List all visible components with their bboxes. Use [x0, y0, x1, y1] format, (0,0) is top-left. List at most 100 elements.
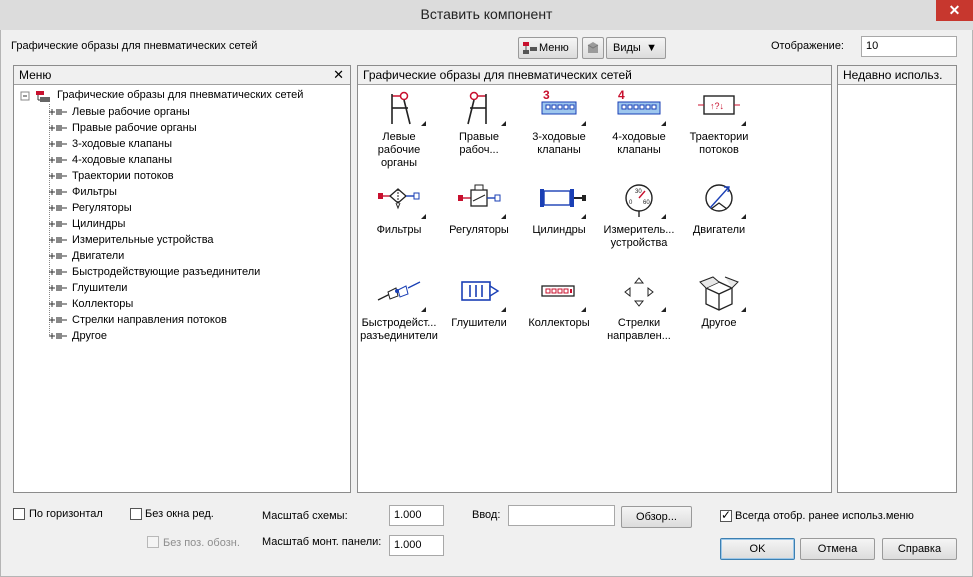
gallery-item-label: Коллекторы: [520, 317, 598, 330]
tree-item[interactable]: 4-ходовые клапаны: [46, 152, 172, 168]
no-edit-window-label: Без окна ред.: [145, 508, 214, 520]
tree-item[interactable]: Левые рабочие органы: [46, 104, 190, 120]
gallery-item[interactable]: Двигатели: [680, 181, 758, 237]
flow-path-icon: ↑?↓: [698, 95, 740, 115]
tree-node-icon: [49, 317, 67, 323]
tree-item[interactable]: Траектории потоков: [46, 168, 174, 184]
gallery-item-line1: Цилиндры: [532, 224, 586, 236]
submenu-corner-icon: [581, 214, 586, 219]
help-button[interactable]: Справка: [882, 538, 957, 560]
gallery-item[interactable]: ↑?↓ Траектории потоков: [680, 88, 758, 157]
svg-text:4: 4: [618, 88, 625, 102]
window-title: Вставить компонент: [420, 6, 553, 22]
filter-icon: [378, 188, 420, 210]
browse-button[interactable]: Обзор...: [621, 506, 692, 528]
valve-4-way-icon: 4: [617, 88, 661, 115]
submenu-corner-icon: [661, 307, 666, 312]
svg-text:↑?↓: ↑?↓: [710, 101, 724, 111]
ok-button[interactable]: OK: [720, 538, 795, 560]
tree-item-label: Цилиндры: [72, 218, 126, 230]
gallery-item[interactable]: Фильтры: [360, 181, 438, 237]
submenu-corner-icon: [581, 307, 586, 312]
gallery-item-line1: 4-ходовые: [612, 131, 666, 143]
tree-item[interactable]: Другое: [46, 328, 107, 344]
submenu-corner-icon: [501, 121, 506, 126]
gallery-item[interactable]: Коллекторы: [520, 274, 598, 330]
gallery-item-label: 4-ходовые клапаны: [600, 131, 678, 157]
gallery-item[interactable]: Левые рабочие органы: [360, 88, 438, 170]
tree-node-icon: [49, 189, 67, 195]
tree-item[interactable]: Стрелки направления потоков: [46, 312, 227, 328]
tree-item[interactable]: Фильтры: [46, 184, 117, 200]
motor-icon: [705, 184, 733, 212]
tree-item[interactable]: Двигатели: [46, 248, 124, 264]
scheme-scale-field[interactable]: 1.000: [389, 505, 444, 526]
gallery-item[interactable]: Другое: [680, 274, 758, 330]
gallery-item-icon-wrap: 3: [520, 88, 598, 128]
tree-item[interactable]: Коллекторы: [46, 296, 133, 312]
gallery-item[interactable]: 30 0 60 Измеритель... устройства: [600, 181, 678, 250]
gallery-item[interactable]: Цилиндры: [520, 181, 598, 237]
close-panel-icon[interactable]: ✕: [333, 67, 344, 83]
tree-item[interactable]: Цилиндры: [46, 216, 125, 232]
panel-scale-label: Масштаб монт. панели:: [262, 536, 382, 548]
tree-node-icon: [49, 205, 67, 211]
tree-node-icon: [49, 125, 67, 131]
tree-item[interactable]: Правые рабочие органы: [46, 120, 197, 136]
tree-item[interactable]: Быстродействующие разъединители: [46, 264, 260, 280]
views-dropdown-button[interactable]: Виды ▼: [606, 37, 666, 59]
gallery-item[interactable]: Быстродейст... разъединители: [360, 274, 438, 343]
title-bar: Вставить компонент ✕: [0, 0, 973, 30]
panel-scale-field[interactable]: 1.000: [389, 535, 444, 556]
tree-node-icon: [49, 253, 67, 259]
gallery-item[interactable]: Глушители: [440, 274, 518, 330]
gallery-item-line2: органы: [380, 157, 418, 169]
no-pos-checkbox[interactable]: [147, 536, 159, 548]
gallery-item-line1: Траектории: [689, 131, 749, 143]
tree-item-label: Измерительные устройства: [72, 234, 214, 246]
close-window-button[interactable]: ✕: [936, 0, 973, 21]
menu-view-label: Меню: [539, 42, 569, 54]
gallery-item-line2: клапаны: [537, 144, 581, 156]
no-edit-window-checkbox[interactable]: [130, 508, 142, 520]
submenu-corner-icon: [661, 214, 666, 219]
menu-view-button[interactable]: Меню: [518, 37, 578, 59]
gallery-item-label: Двигатели: [680, 224, 758, 237]
submenu-corner-icon: [421, 121, 426, 126]
tree-item[interactable]: Измерительные устройства: [46, 232, 214, 248]
gallery-item[interactable]: Стрелки направлен...: [600, 274, 678, 343]
gallery-item-icon-wrap: [520, 181, 598, 221]
tree-node-icon: [49, 221, 67, 227]
gallery-item[interactable]: Правые рабоч...: [440, 88, 518, 157]
gallery-item[interactable]: Регуляторы: [440, 181, 518, 237]
svg-text:60: 60: [643, 200, 650, 206]
gallery-item[interactable]: 4 4-ходовые клапаны: [600, 88, 678, 157]
cancel-button[interactable]: Отмена: [800, 538, 875, 560]
tree-item[interactable]: Глушители: [46, 280, 127, 296]
gallery-item-line2: устройства: [610, 237, 668, 249]
gallery-item-label: 3-ходовые клапаны: [520, 131, 598, 157]
always-show-checkbox[interactable]: [720, 508, 732, 522]
gallery-item-line2: рабоч...: [459, 144, 499, 156]
submenu-corner-icon: [741, 214, 746, 219]
gallery-item[interactable]: 3 3-ходовые клапаны: [520, 88, 598, 157]
gallery-item-line2: направлен...: [607, 330, 671, 342]
icon-view-button[interactable]: [582, 37, 604, 59]
gallery-panel-header: Графические образы для пневматических се…: [358, 66, 831, 85]
tree-item-label: Другое: [72, 330, 107, 342]
svg-text:3: 3: [543, 88, 550, 102]
horizontal-checkbox[interactable]: [13, 508, 25, 520]
tree-item[interactable]: Регуляторы: [46, 200, 132, 216]
manifold-icon: [541, 285, 575, 297]
recent-panel: Недавно использ.: [837, 65, 957, 493]
input-field[interactable]: [508, 505, 615, 526]
tree-item-label: Фильтры: [72, 186, 117, 198]
gallery-item-icon-wrap: [360, 88, 438, 128]
gallery-item-line1: 3-ходовые: [532, 131, 586, 143]
tree-node-icon: [49, 157, 67, 163]
display-label: Отображение:: [771, 40, 844, 52]
display-count-field[interactable]: 10: [861, 36, 957, 57]
left-actuator-icon: [391, 91, 411, 125]
tree-item[interactable]: 3-ходовые клапаны: [46, 136, 172, 152]
menu-tree-icon: [523, 42, 537, 54]
